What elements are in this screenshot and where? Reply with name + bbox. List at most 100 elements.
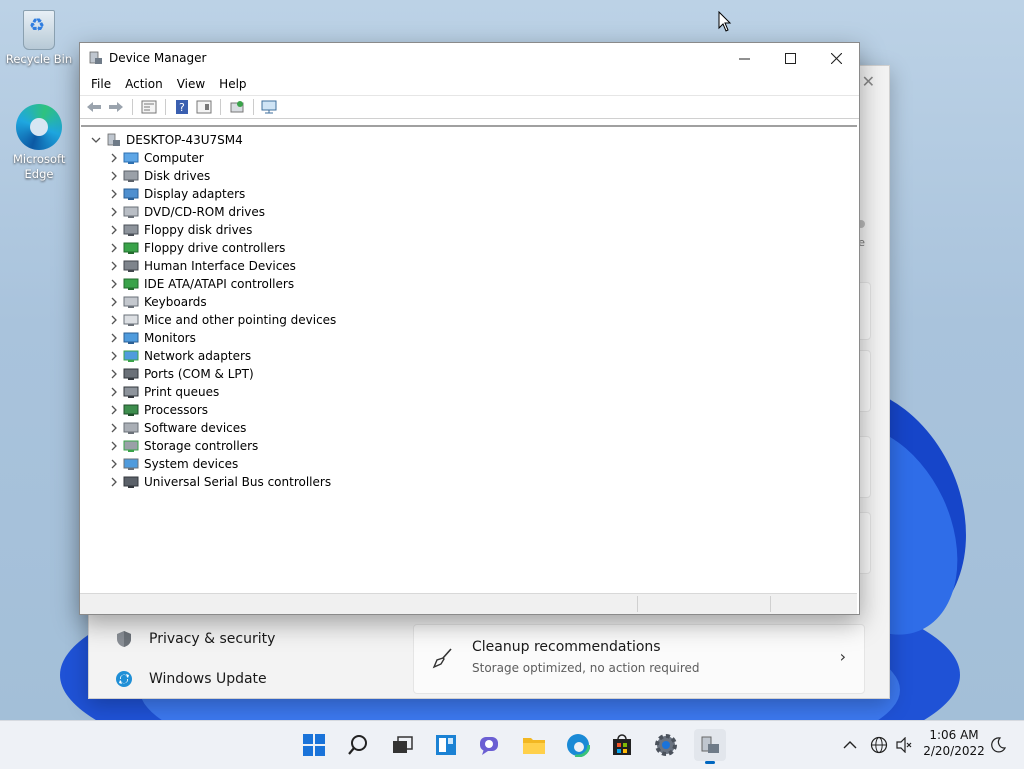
desktop-icon-label: Recycle Bin: [5, 52, 73, 66]
chevron-right-icon[interactable]: [107, 349, 121, 363]
chevron-right-icon[interactable]: [107, 295, 121, 309]
tree-item-label: Software devices: [144, 421, 247, 435]
tree-item-display-adapter[interactable]: Display adapters: [107, 185, 245, 203]
chevron-right-icon[interactable]: [107, 205, 121, 219]
widgets-icon: [436, 735, 456, 755]
chevron-right-icon[interactable]: [107, 457, 121, 471]
tree-item-processor[interactable]: Processors: [107, 401, 208, 419]
desktop-icon-edge[interactable]: Microsoft Edge: [4, 104, 74, 182]
tree-item-software-device[interactable]: Software devices: [107, 419, 246, 437]
chat-icon: [480, 737, 498, 755]
tree-item-label: Network adapters: [144, 349, 252, 363]
update-driver-icon[interactable]: [227, 98, 247, 116]
tree-item-port[interactable]: Ports (COM & LPT): [107, 365, 254, 383]
volume-status[interactable]: [896, 721, 914, 769]
menu-action[interactable]: Action: [118, 77, 170, 91]
store-button[interactable]: [606, 729, 638, 761]
cleanup-recommendations-card[interactable]: Cleanup recommendations Storage optimize…: [413, 624, 865, 694]
software-device-icon: [123, 422, 139, 434]
menu-file[interactable]: File: [84, 77, 118, 91]
menu-help[interactable]: Help: [212, 77, 253, 91]
desktop-icon-recycle-bin[interactable]: Recycle Bin: [4, 10, 74, 67]
tree-item-storage-controller[interactable]: Storage controllers: [107, 437, 258, 455]
tree-item-mouse[interactable]: Mice and other pointing devices: [107, 311, 336, 329]
tree-item-computer[interactable]: Computer: [107, 149, 204, 167]
properties-icon[interactable]: [139, 98, 159, 116]
toolbar-separator: [220, 99, 221, 115]
tree-item-system-device[interactable]: System devices: [107, 455, 238, 473]
chevron-right-icon[interactable]: [107, 241, 121, 255]
focus-assist[interactable]: [990, 721, 1006, 769]
maximize-icon: [784, 52, 796, 64]
tree-item-keyboard[interactable]: Keyboards: [107, 293, 207, 311]
show-hidden-icons[interactable]: [843, 721, 857, 769]
chevron-right-icon[interactable]: [107, 421, 121, 435]
back-icon[interactable]: [84, 98, 104, 116]
tree-item-ide-controller[interactable]: IDE ATA/ATAPI controllers: [107, 275, 294, 293]
view-icon[interactable]: [194, 98, 214, 116]
toolbar: ?: [80, 95, 859, 119]
clock[interactable]: 1:06 AM 2/20/2022: [918, 727, 990, 759]
device-manager-app-icon: [89, 51, 102, 64]
keyboard-icon: [123, 296, 139, 308]
chevron-right-icon[interactable]: [107, 475, 121, 489]
toolbar-separator: [132, 99, 133, 115]
tree-item-usb[interactable]: Universal Serial Bus controllers: [107, 473, 331, 491]
chevron-right-icon[interactable]: [107, 277, 121, 291]
device-manager-window: Device Manager File Action View Help ? D…: [79, 42, 860, 615]
search-button[interactable]: [342, 729, 374, 761]
chevron-right-icon[interactable]: [107, 331, 121, 345]
cleanup-title: Cleanup recommendations: [472, 639, 661, 655]
tree-item-monitor[interactable]: Monitors: [107, 329, 196, 347]
tree-item-network-adapter[interactable]: Network adapters: [107, 347, 251, 365]
chevron-right-icon[interactable]: [107, 385, 121, 399]
tree-root[interactable]: DESKTOP-43U7SM4: [89, 131, 243, 149]
tree-item-hid[interactable]: Human Interface Devices: [107, 257, 296, 275]
network-status[interactable]: [870, 721, 888, 769]
status-segment: [637, 596, 638, 612]
task-view-icon: [393, 736, 413, 753]
chat-button[interactable]: [474, 729, 506, 761]
chevron-down-icon[interactable]: [89, 133, 103, 147]
settings-taskbar-button[interactable]: [650, 729, 682, 761]
chevron-right-icon[interactable]: [107, 367, 121, 381]
chevron-right-icon[interactable]: [107, 169, 121, 183]
chevron-right-icon[interactable]: [107, 259, 121, 273]
chevron-right-icon[interactable]: [107, 223, 121, 237]
maximize-button[interactable]: [767, 43, 813, 73]
update-icon: [115, 670, 133, 688]
minimize-button[interactable]: [721, 43, 767, 73]
tree-item-disk-drive[interactable]: Disk drives: [107, 167, 210, 185]
floppy-drive-icon: [123, 224, 139, 236]
tree-item-floppy-drive[interactable]: Floppy disk drives: [107, 221, 252, 239]
chevron-right-icon[interactable]: [107, 187, 121, 201]
file-explorer-button[interactable]: [518, 729, 550, 761]
close-icon[interactable]: ✕: [862, 72, 875, 91]
help-icon[interactable]: ?: [172, 98, 192, 116]
edge-button[interactable]: [562, 729, 594, 761]
task-view-button[interactable]: [386, 729, 418, 761]
device-manager-taskbar-button[interactable]: [694, 729, 726, 764]
tree-item-dvd-drive[interactable]: DVD/CD-ROM drives: [107, 203, 265, 221]
mouse-icon: [123, 314, 139, 326]
scan-hardware-icon[interactable]: [260, 98, 280, 116]
chevron-right-icon[interactable]: [107, 439, 121, 453]
widgets-button[interactable]: [430, 729, 462, 761]
menu-view[interactable]: View: [170, 77, 212, 91]
nav-item-label: Privacy & security: [149, 631, 276, 647]
title-bar[interactable]: Device Manager: [80, 43, 859, 73]
chevron-right-icon: ›: [839, 647, 846, 666]
tree-item-label: Monitors: [144, 331, 196, 345]
close-button[interactable]: [813, 43, 859, 73]
forward-icon[interactable]: [106, 98, 126, 116]
tree-item-printer[interactable]: Print queues: [107, 383, 219, 401]
tree-item-floppy-controller[interactable]: Floppy drive controllers: [107, 239, 285, 257]
start-button[interactable]: [298, 729, 330, 761]
nav-item-windows-update[interactable]: Windows Update: [115, 670, 267, 688]
nav-item-privacy-security[interactable]: Privacy & security: [115, 630, 275, 648]
chevron-right-icon[interactable]: [107, 403, 121, 417]
tree-item-label: Storage controllers: [144, 439, 259, 453]
chevron-right-icon[interactable]: [107, 151, 121, 165]
chevron-right-icon[interactable]: [107, 313, 121, 327]
broom-icon: [432, 647, 454, 674]
